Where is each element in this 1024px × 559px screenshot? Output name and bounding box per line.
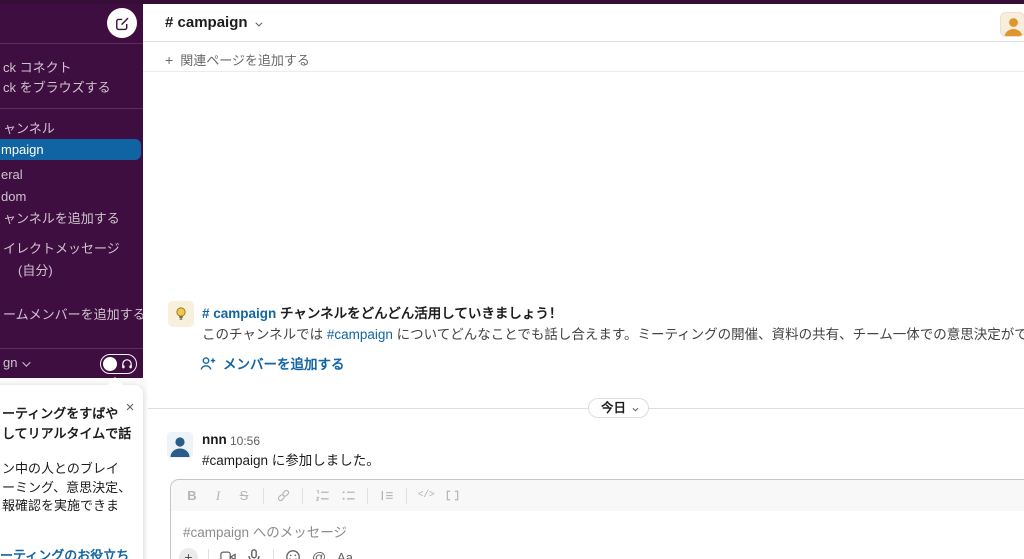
headphones-icon xyxy=(121,358,133,370)
dm-section-header[interactable]: イレクトメッセージ xyxy=(0,238,143,259)
toolbar-separator xyxy=(406,488,407,504)
huddle-channel-name: gn xyxy=(3,355,17,370)
popup-body-line3: 報確認を実施できま xyxy=(2,495,119,514)
welcome-channel-link[interactable]: # campaign xyxy=(202,306,276,321)
sidebar-channel-campaign[interactable]: mpaign xyxy=(0,139,141,160)
bookmark-bar: + 関連ページを追加する xyxy=(143,43,1024,72)
popup-caret xyxy=(106,377,124,386)
sidebar-divider xyxy=(0,43,143,44)
huddle-toggle[interactable] xyxy=(100,354,137,374)
sidebar-divider xyxy=(0,108,143,109)
welcome-title-text: チャンネルをどんどん活用していきましょう！ xyxy=(276,306,562,321)
add-bookmark-label: 関連ページを追加する xyxy=(180,53,310,68)
add-members-label: メンバーを追加する xyxy=(223,353,345,373)
toolbar-separator xyxy=(302,488,303,504)
blockquote-icon xyxy=(380,488,395,503)
popup-close-button[interactable]: × xyxy=(122,400,138,416)
bullet-list-icon xyxy=(341,488,356,503)
link-button[interactable] xyxy=(271,484,295,508)
ordered-list-button[interactable] xyxy=(310,484,334,508)
sidebar-dm-self[interactable]: (自分) xyxy=(0,260,143,281)
popup-body-line2: ーミング、意思決定、 xyxy=(2,477,131,496)
code-button[interactable]: </> xyxy=(414,484,438,508)
main-channel-area: # campaign + 関連ページを追加する # campaign xyxy=(143,4,1024,559)
popup-headline-line2: してリアルタイムで話 xyxy=(2,423,131,442)
message-text: #campaign に参加しました。 xyxy=(202,449,380,469)
sidebar-add-channel[interactable]: ャンネルを追加する xyxy=(0,208,143,229)
mention-button[interactable]: @ xyxy=(306,544,332,559)
video-clip-button[interactable] xyxy=(215,544,241,559)
welcome-body-post: についてどんなことでも話し合えます。ミーティングの開催、資料の共有、チーム一体で… xyxy=(393,327,1024,342)
chevron-down-icon xyxy=(255,20,262,27)
sidebar-item-browse-slack[interactable]: ck をブラウズする xyxy=(0,77,143,98)
composer-actions: + @ Aa xyxy=(175,544,358,559)
microphone-icon xyxy=(247,549,261,559)
sidebar-channel-general[interactable]: eral xyxy=(0,164,143,185)
popup-headline-line1: ーティングをすばや xyxy=(2,403,118,422)
toolbar-separator xyxy=(263,488,264,504)
person-icon xyxy=(167,432,193,458)
attach-button[interactable]: + xyxy=(179,548,198,559)
formatting-toolbar: B I S xyxy=(171,480,1024,511)
huddle-channel-label[interactable]: gn xyxy=(3,355,28,370)
toggle-knob xyxy=(103,357,117,371)
chevron-down-icon xyxy=(633,406,639,412)
add-bookmark-button[interactable]: + 関連ページを追加する xyxy=(165,50,310,69)
message-author[interactable]: nnn xyxy=(202,432,227,447)
channel-title-button[interactable]: # campaign xyxy=(165,14,260,31)
video-camera-icon xyxy=(220,550,236,559)
emoji-button[interactable] xyxy=(280,544,306,559)
new-message-icon xyxy=(115,16,130,31)
date-divider-label: 今日 xyxy=(601,401,626,415)
member-avatar-button[interactable] xyxy=(1000,12,1024,37)
huddle-bar: gn xyxy=(0,348,143,378)
message-timestamp[interactable]: 10:56 xyxy=(230,434,260,448)
top-nav-strip xyxy=(0,0,1024,4)
lightbulb-badge xyxy=(168,301,194,327)
blockquote-button[interactable] xyxy=(375,484,399,508)
welcome-body: このチャンネルでは #campaign についてどんなことでも話し合えます。ミー… xyxy=(202,323,1024,343)
welcome-body-channel-link[interactable]: #campaign xyxy=(327,327,393,342)
strikethrough-button[interactable]: S xyxy=(232,484,256,508)
lightbulb-icon xyxy=(173,306,189,322)
code-block-button[interactable] xyxy=(440,484,464,508)
person-icon xyxy=(1001,13,1024,37)
smiley-icon xyxy=(285,549,301,559)
sidebar-item-slack-connect[interactable]: ck コネクト xyxy=(0,57,143,78)
chevron-down-icon xyxy=(23,358,31,366)
channel-header: # campaign xyxy=(143,4,1024,42)
ordered-list-icon xyxy=(315,488,330,503)
audio-clip-button[interactable] xyxy=(241,544,267,559)
message-composer: B I S xyxy=(170,479,1024,559)
channels-section-header[interactable]: ャンネル xyxy=(0,118,143,139)
bold-button[interactable]: B xyxy=(180,484,204,508)
date-divider-button[interactable]: 今日 xyxy=(588,398,649,418)
actions-separator xyxy=(208,549,209,559)
date-divider-line xyxy=(148,408,1024,409)
slack-app-window: # campaign + 関連ページを追加する # campaign xyxy=(0,0,1024,559)
format-toggle-button[interactable]: Aa xyxy=(332,544,358,559)
popup-help-link[interactable]: ーティングのお役立ち xyxy=(0,545,129,559)
message-avatar[interactable] xyxy=(167,432,193,458)
bullet-list-button[interactable] xyxy=(336,484,360,508)
message-input[interactable]: #campaign へのメッセージ xyxy=(183,521,347,541)
compose-button[interactable] xyxy=(107,8,137,38)
sidebar-add-teammates[interactable]: ームメンバーを追加する xyxy=(0,304,143,325)
toolbar-separator xyxy=(367,488,368,504)
person-plus-icon xyxy=(200,356,216,371)
actions-separator xyxy=(273,549,274,559)
add-members-button[interactable]: メンバーを追加する xyxy=(200,353,345,373)
workspace-sidebar: ck コネクト ck をブラウズする ャンネル mpaign eral dom … xyxy=(0,4,143,348)
plus-icon: + xyxy=(165,52,173,68)
italic-button[interactable]: I xyxy=(206,484,230,508)
popup-body-line1: ン中の人とのブレイ xyxy=(2,458,119,477)
code-block-icon xyxy=(445,488,460,503)
link-icon xyxy=(276,488,291,503)
sidebar-channel-random[interactable]: dom xyxy=(0,186,143,207)
welcome-body-pre: このチャンネルでは xyxy=(202,327,327,342)
channel-name: # campaign xyxy=(165,14,248,31)
welcome-title: # campaign チャンネルをどんどん活用していきましょう！ xyxy=(202,302,562,322)
